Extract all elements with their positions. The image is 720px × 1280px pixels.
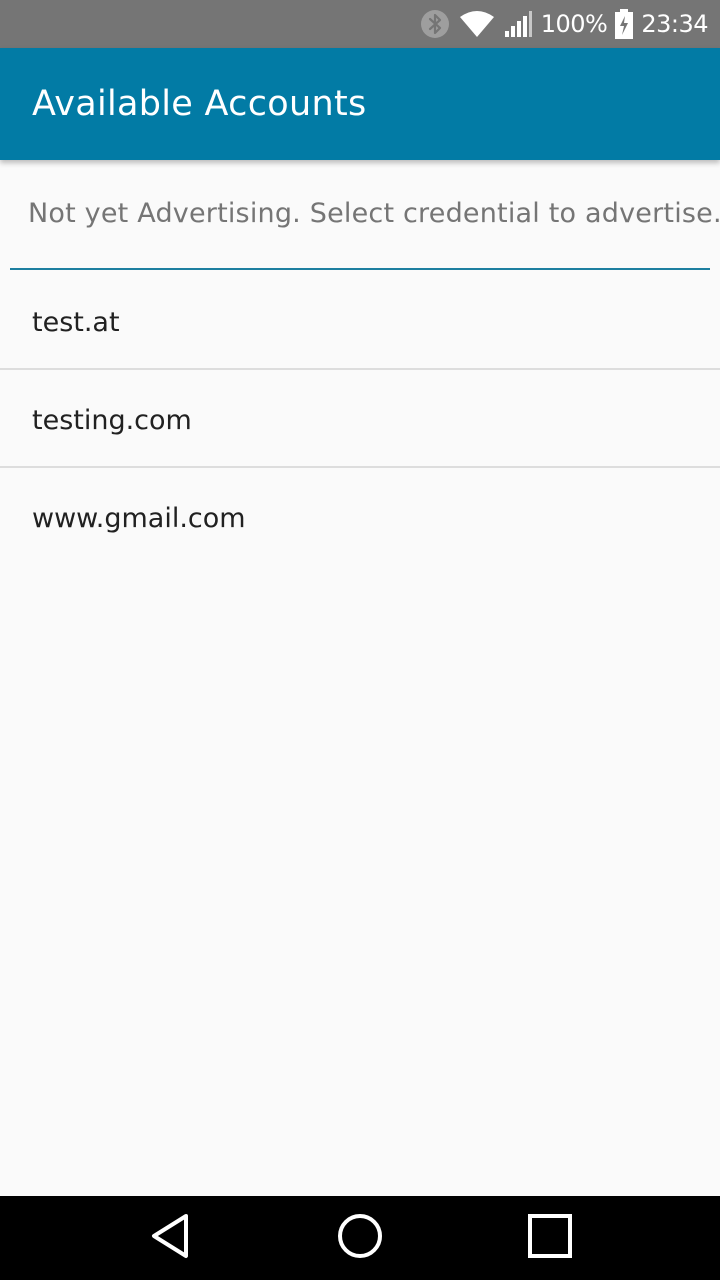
app-bar: Available Accounts [0,48,720,160]
recents-button[interactable] [500,1196,600,1280]
signal-icon [503,9,533,39]
advertising-status: Not yet Advertising. Select credential t… [10,160,720,270]
navigation-bar [0,1196,720,1280]
battery-charging-icon [615,9,634,39]
advertising-status-text: Not yet Advertising. Select credential t… [28,198,720,229]
clock: 23:34 [641,10,708,38]
account-label: testing.com [32,405,192,436]
screen: 100% 23:34 Available Accounts Not yet Ad… [0,0,720,1280]
account-label: www.gmail.com [32,503,246,534]
back-button[interactable] [120,1196,220,1280]
status-bar: 100% 23:34 [0,0,720,48]
page-title: Available Accounts [32,84,367,124]
account-list: test.at testing.com www.gmail.com [0,272,720,566]
wifi-icon [459,9,495,39]
list-item[interactable]: www.gmail.com [0,468,720,566]
list-item[interactable]: testing.com [0,370,720,468]
account-label: test.at [32,307,120,338]
back-icon [148,1212,192,1264]
home-icon [337,1213,383,1263]
recents-icon [527,1213,573,1263]
status-icons: 100% 23:34 [419,0,708,48]
bluetooth-icon [419,8,451,40]
battery-percent: 100% [540,10,608,38]
home-button[interactable] [310,1196,410,1280]
list-item[interactable]: test.at [0,272,720,370]
